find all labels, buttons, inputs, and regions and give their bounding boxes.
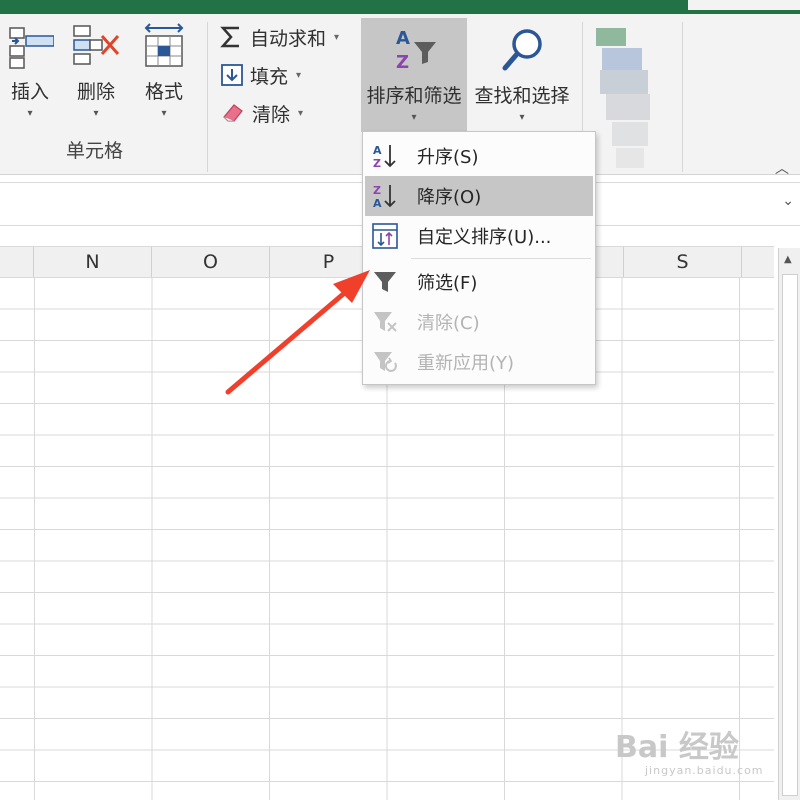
watermark: Bai 经验 jingyan.baidu.com: [615, 712, 775, 782]
watermark-logo: Bai 经验: [615, 730, 739, 765]
annotation-arrow-icon: [225, 270, 370, 395]
watermark-url: jingyan.baidu.com: [645, 764, 764, 777]
